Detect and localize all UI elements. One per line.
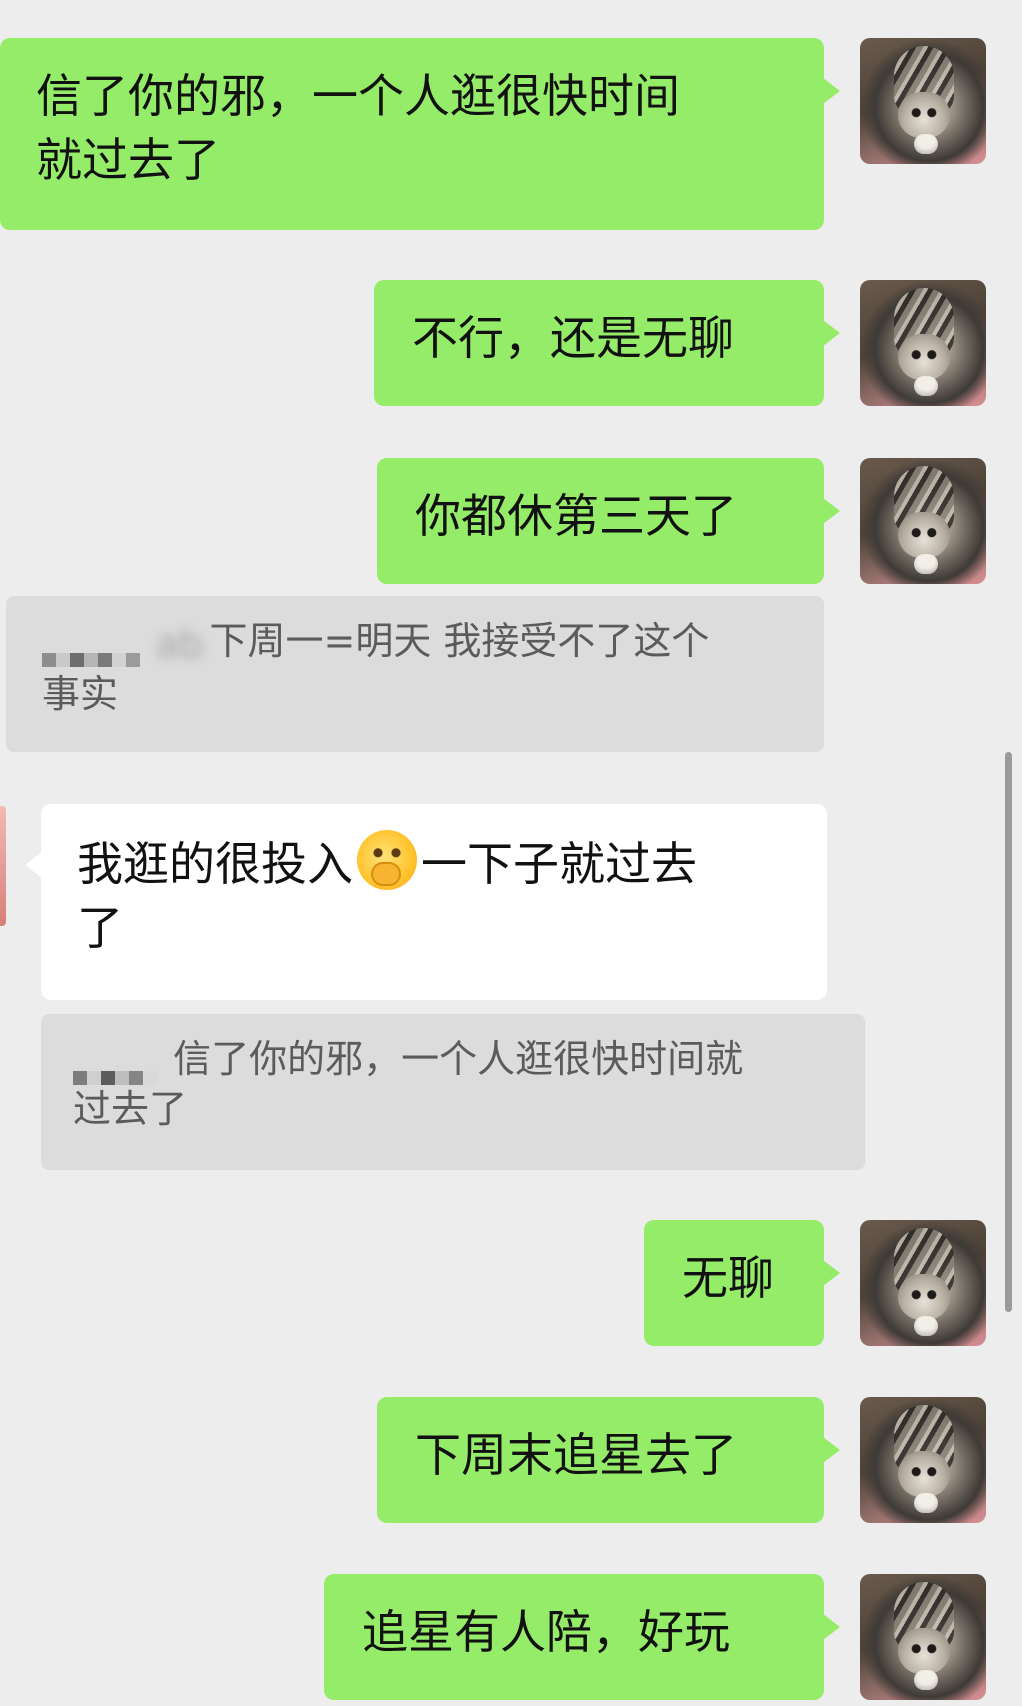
message-text: 下周末追星去了: [415, 1428, 737, 1482]
message-bubble[interactable]: 无聊: [644, 1220, 840, 1346]
cat-face: [898, 334, 950, 380]
message-bubble[interactable]: 信了你的邪，一个人逛很快时间 就过去了: [0, 38, 840, 230]
blurred-name: ab: [156, 621, 204, 666]
cat-paw: [914, 1316, 938, 1336]
cat-paw: [914, 1493, 938, 1513]
quoted-text: 下周一=明天 我接受不了这个: [209, 619, 710, 663]
cat-face: [898, 1451, 950, 1497]
avatar[interactable]: [860, 1397, 986, 1523]
cat-paw: [914, 554, 938, 574]
message-bubble[interactable]: 追星有人陪，好玩: [324, 1574, 840, 1700]
quoted-text-line: ab 下周一=明天 我接受不了这个: [42, 616, 792, 669]
quoted-text-line: 信了你的邪，一个人逛很快时间就: [73, 1034, 833, 1085]
pixelated-name: [42, 629, 140, 667]
message-bubble[interactable]: 我逛的很投入 一下子就过去 了: [25, 804, 827, 1000]
message-text: 无聊: [682, 1251, 774, 1305]
scrollbar[interactable]: [1005, 752, 1012, 1312]
message-text: 就过去了: [36, 133, 220, 187]
cat-face: [898, 512, 950, 558]
message-text: 你都休第三天了: [415, 489, 737, 543]
message-text: 我逛的很投入: [77, 837, 353, 891]
quoted-text: 过去了: [73, 1087, 188, 1131]
message-text: 一下子就过去: [421, 837, 697, 891]
cat-paw: [914, 1670, 938, 1690]
quoted-text: 信了你的邪，一个人逛很快时间就: [173, 1037, 744, 1081]
quoted-reply[interactable]: 信了你的邪，一个人逛很快时间就 过去了: [41, 1014, 865, 1170]
cat-paw: [914, 376, 938, 396]
message-bubble[interactable]: 不行，还是无聊: [374, 280, 840, 406]
message-text: 了: [77, 901, 123, 955]
message-bubble[interactable]: 你都休第三天了: [377, 458, 840, 584]
avatar-partial[interactable]: [0, 806, 6, 926]
message-text-line: 我逛的很投入 一下子就过去: [77, 830, 791, 896]
message-bubble[interactable]: 下周末追星去了: [377, 1397, 840, 1523]
cat-face: [898, 1274, 950, 1320]
face-with-hand-over-mouth-icon: [357, 830, 417, 890]
pixelated-name: [73, 1047, 157, 1085]
message-text: 不行，还是无聊: [412, 311, 734, 365]
quoted-reply[interactable]: ab 下周一=明天 我接受不了这个 事实: [6, 596, 824, 752]
cat-face: [898, 92, 950, 138]
quoted-text: 事实: [42, 671, 119, 716]
avatar[interactable]: [860, 280, 986, 406]
avatar[interactable]: [860, 1220, 986, 1346]
chat-view[interactable]: 信了你的邪，一个人逛很快时间 就过去了 不行，还是无聊 你都休第三天了 ab 下周…: [0, 0, 1022, 1706]
cat-paw: [914, 134, 938, 154]
avatar[interactable]: [860, 458, 986, 584]
cat-face: [898, 1628, 950, 1674]
avatar[interactable]: [860, 38, 986, 164]
avatar[interactable]: [860, 1574, 986, 1700]
message-text: 信了你的邪，一个人逛很快时间: [36, 69, 680, 123]
message-text: 追星有人陪，好玩: [362, 1605, 730, 1659]
